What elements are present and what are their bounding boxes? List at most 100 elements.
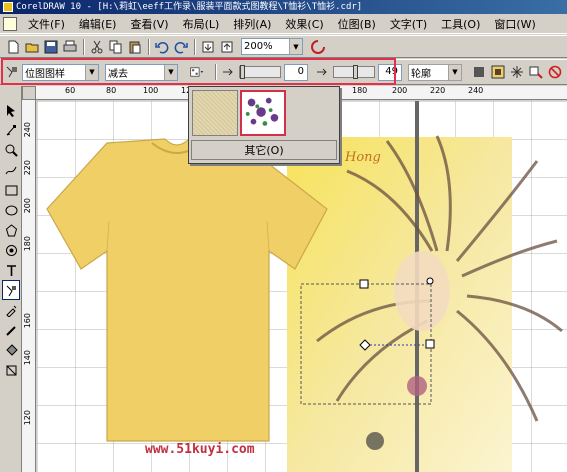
snowflake-icon[interactable]: [508, 64, 525, 81]
ruler-tick: 60: [65, 86, 76, 95]
separator: [194, 38, 196, 55]
zoom-value: 200%: [244, 41, 273, 52]
separator: [148, 38, 150, 55]
slider-thumb[interactable]: [240, 65, 245, 79]
ruler-tick: 220: [430, 86, 446, 95]
ruler-tick: 220: [23, 160, 32, 176]
interactive-tool-icon[interactable]: [2, 280, 20, 300]
chevron-down-icon[interactable]: ▼: [289, 39, 302, 54]
new-icon[interactable]: [4, 38, 21, 55]
menu-layout[interactable]: 布局(L): [176, 16, 227, 32]
vertical-ruler[interactable]: 240 220 200 180 160 140 120: [22, 100, 36, 472]
save-icon[interactable]: [42, 38, 59, 55]
menu-arrange[interactable]: 排列(A): [226, 16, 278, 32]
eyedropper-tool-icon[interactable]: [2, 300, 20, 320]
selection-handle[interactable]: [425, 339, 435, 349]
zoom-select[interactable]: 200% ▼: [241, 38, 303, 55]
menu-effects[interactable]: 效果(C): [278, 16, 330, 32]
ruler-tick: 100: [143, 86, 159, 95]
standard-toolbar: 200% ▼: [0, 35, 567, 58]
ruler-origin[interactable]: [22, 86, 36, 100]
ruler-tick: 240: [23, 122, 32, 138]
poster-logo: Hong: [344, 150, 381, 165]
floral-pattern-icon: [245, 97, 279, 126]
copy-properties-icon[interactable]: [527, 64, 544, 81]
mirror-tiles-icon[interactable]: [489, 64, 506, 81]
paste-icon[interactable]: [126, 38, 143, 55]
ruler-tick: 180: [23, 236, 32, 252]
menu-window[interactable]: 窗口(W): [487, 16, 542, 32]
document-icon[interactable]: [3, 16, 17, 31]
undo-icon[interactable]: [153, 38, 170, 55]
separator: [215, 64, 217, 80]
end-transparency-slider[interactable]: [333, 65, 375, 79]
pattern-flyout: 其它(O): [188, 86, 340, 164]
redo-icon[interactable]: [172, 38, 189, 55]
transparency-node[interactable]: [426, 277, 434, 285]
more-patterns-button[interactable]: 其它(O): [191, 140, 337, 160]
transparency-type-select[interactable]: 位图图样 ▼: [22, 63, 99, 81]
menu-edit[interactable]: 编辑(E): [72, 16, 124, 32]
interactive-fill-icon[interactable]: [2, 360, 20, 380]
property-bar: 位图图样 ▼ 减去 ▼ 0 49 轮廓 ▼: [0, 59, 567, 85]
pattern-swatch-floral[interactable]: [240, 90, 286, 136]
window-title: CorelDRAW 10 - [H:\莉虹\eeff工作录\服装平面款式图教程\…: [16, 2, 363, 12]
copy-icon[interactable]: [107, 38, 124, 55]
print-icon[interactable]: [61, 38, 78, 55]
start-transparency-slider[interactable]: [239, 65, 281, 79]
selection-handle[interactable]: [359, 279, 369, 289]
application-launcher-icon[interactable]: [309, 38, 326, 55]
fill-tool-icon[interactable]: [2, 340, 20, 360]
tshirt-shape[interactable]: [46, 138, 328, 442]
ruler-tick: 240: [468, 86, 484, 95]
menu-bitmaps[interactable]: 位图(B): [331, 16, 383, 32]
menu-bar: 文件(F) 编辑(E) 查看(V) 布局(L) 排列(A) 效果(C) 位图(B…: [0, 14, 567, 34]
flower-decoration: [366, 432, 384, 450]
title-bar: CorelDRAW 10 - [H:\莉虹\eeff工作录\服装平面款式图教程\…: [0, 0, 567, 14]
clear-transparency-icon[interactable]: [546, 64, 563, 81]
chevron-down-icon[interactable]: ▼: [448, 64, 461, 80]
ruler-tick: 180: [352, 86, 368, 95]
chevron-down-icon[interactable]: ▼: [85, 64, 98, 80]
cut-icon[interactable]: [88, 38, 105, 55]
import-icon[interactable]: [199, 38, 216, 55]
separator: [83, 38, 85, 55]
interactive-transparency-icon[interactable]: [3, 64, 20, 81]
open-icon[interactable]: [23, 38, 40, 55]
merge-mode-value: 减去: [108, 68, 128, 80]
menu-view[interactable]: 查看(V): [123, 16, 175, 32]
text-tool-icon[interactable]: [2, 260, 20, 280]
chevron-down-icon[interactable]: ▼: [164, 64, 177, 80]
pick-tool-icon[interactable]: [2, 100, 20, 120]
ellipse-tool-icon[interactable]: [2, 200, 20, 220]
rectangle-tool-icon[interactable]: [2, 180, 20, 200]
ruler-tick: 200: [23, 198, 32, 214]
ruler-tick: 160: [23, 313, 32, 329]
freeze-icon[interactable]: [470, 64, 487, 81]
toolbox: [0, 86, 22, 472]
basic-shapes-icon[interactable]: [2, 240, 20, 260]
start-transparency-input[interactable]: 0: [284, 63, 308, 81]
end-transparency-icon: [314, 64, 331, 81]
pattern-picker-icon[interactable]: [184, 64, 210, 81]
merge-mode-select[interactable]: 减去 ▼: [105, 63, 178, 81]
watermark: www.51kuyi.com: [145, 442, 255, 457]
outline-select[interactable]: 轮廓 ▼: [408, 63, 462, 81]
menu-tools[interactable]: 工具(O): [434, 16, 487, 32]
shape-tool-icon[interactable]: [2, 120, 20, 140]
outline-value: 轮廓: [411, 68, 431, 80]
polygon-tool-icon[interactable]: [2, 220, 20, 240]
zoom-tool-icon[interactable]: [2, 140, 20, 160]
menu-text[interactable]: 文字(T): [383, 16, 434, 32]
pattern-swatch-linen[interactable]: [192, 90, 238, 136]
menu-file[interactable]: 文件(F): [21, 16, 72, 32]
freehand-tool-icon[interactable]: [2, 160, 20, 180]
ruler-tick: 200: [392, 86, 408, 95]
ruler-tick: 140: [23, 350, 32, 366]
slider-thumb[interactable]: [353, 65, 358, 79]
end-transparency-input[interactable]: 49: [378, 63, 402, 81]
outline-tool-icon[interactable]: [2, 320, 20, 340]
transparency-type-value: 位图图样: [25, 68, 65, 80]
ruler-tick: 80: [106, 86, 117, 95]
export-icon[interactable]: [218, 38, 235, 55]
